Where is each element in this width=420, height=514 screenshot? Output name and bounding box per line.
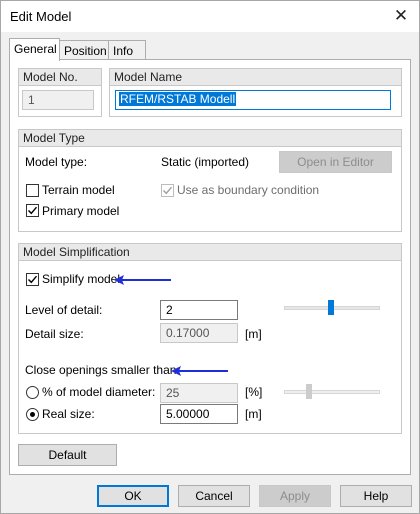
open-in-editor-button[interactable]: Open in Editor xyxy=(279,151,392,173)
real-size-label: Real size: xyxy=(42,407,95,421)
cancel-button[interactable]: Cancel xyxy=(178,485,250,507)
real-size-unit: [m] xyxy=(245,407,262,421)
real-size-radio[interactable] xyxy=(26,408,39,421)
model-type-header: Model Type xyxy=(19,130,401,147)
primary-model-checkbox[interactable] xyxy=(26,204,39,217)
real-size-input[interactable]: 5.00000 xyxy=(160,404,238,424)
simplify-model-label: Simplify model xyxy=(42,272,121,286)
model-name-header: Model Name xyxy=(110,69,401,86)
level-of-detail-slider-thumb[interactable] xyxy=(328,300,334,315)
model-name-input[interactable]: RFEM/RSTAB Modell xyxy=(115,90,391,110)
help-button[interactable]: Help xyxy=(340,485,412,507)
primary-model-label: Primary model xyxy=(42,204,120,218)
ok-button[interactable]: OK xyxy=(97,485,169,507)
level-of-detail-label: Level of detail: xyxy=(25,303,103,317)
checkmark-icon xyxy=(163,186,173,195)
checkmark-icon xyxy=(28,206,38,215)
terrain-model-checkbox[interactable] xyxy=(26,184,39,197)
model-no-field: 1 xyxy=(22,90,94,110)
annotation-arrow-icon xyxy=(114,275,171,285)
detail-size-field: 0.17000 xyxy=(160,323,238,343)
tab-info[interactable]: Info xyxy=(108,40,146,61)
edit-model-dialog: Edit Model ✕ General Position Info Model… xyxy=(0,0,420,514)
model-name-selected-text: RFEM/RSTAB Modell xyxy=(119,92,237,106)
boundary-condition-label: Use as boundary condition xyxy=(177,183,320,197)
model-type-value: Static (imported) xyxy=(161,155,250,169)
annotation-arrow-icon xyxy=(171,366,228,376)
checkmark-icon xyxy=(28,275,38,284)
tab-general[interactable]: General xyxy=(9,38,60,61)
close-icon[interactable]: ✕ xyxy=(389,5,413,27)
title-bar: Edit Model ✕ xyxy=(1,1,419,32)
percent-diameter-field: 25 xyxy=(160,383,238,403)
model-simplification-header: Model Simplification xyxy=(19,244,401,261)
model-type-label: Model type: xyxy=(25,155,88,169)
tab-position[interactable]: Position xyxy=(59,40,109,61)
apply-button[interactable]: Apply xyxy=(259,485,331,507)
percent-diameter-slider-thumb xyxy=(306,384,312,399)
terrain-model-label: Terrain model xyxy=(42,183,115,197)
radio-dot-icon xyxy=(30,412,35,417)
boundary-condition-checkbox[interactable] xyxy=(161,184,174,197)
model-no-header: Model No. xyxy=(19,69,101,86)
percent-diameter-radio[interactable] xyxy=(26,386,39,399)
detail-size-label: Detail size: xyxy=(25,327,84,341)
percent-diameter-slider xyxy=(284,390,380,394)
close-openings-label: Close openings smaller than: xyxy=(25,363,180,377)
default-button[interactable]: Default xyxy=(18,444,117,466)
detail-size-unit: [m] xyxy=(245,327,262,341)
dialog-title: Edit Model xyxy=(10,9,72,24)
simplify-model-checkbox[interactable] xyxy=(26,273,39,286)
percent-diameter-label: % of model diameter: xyxy=(42,385,156,399)
percent-unit: [%] xyxy=(245,385,263,399)
level-of-detail-input[interactable]: 2 xyxy=(160,300,238,320)
